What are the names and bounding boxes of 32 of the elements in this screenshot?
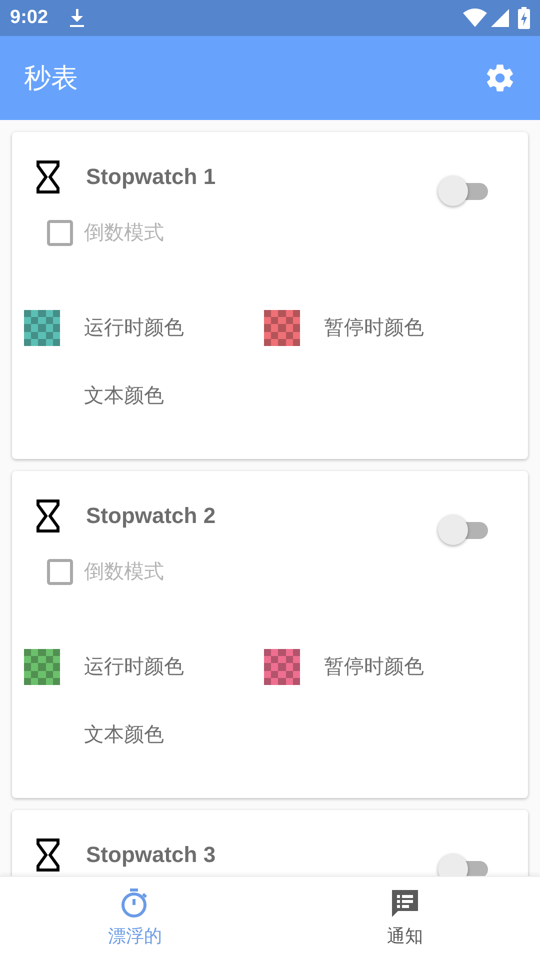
toggle-switch[interactable] — [438, 515, 488, 545]
nav-tab[interactable]: 漂浮的 — [0, 877, 270, 960]
hourglass-icon — [36, 160, 60, 194]
countdown-label: 倒数模式 — [84, 560, 164, 585]
color-swatch[interactable] — [24, 649, 60, 685]
color-option[interactable]: 运行时颜色 — [84, 313, 184, 343]
download-icon — [68, 8, 86, 28]
checkbox[interactable] — [47, 559, 73, 585]
color-swatch[interactable] — [24, 310, 60, 346]
color-swatch[interactable] — [264, 310, 300, 346]
color-option[interactable]: 运行时颜色 — [84, 652, 184, 682]
color-option[interactable]: 文本颜色 — [84, 381, 164, 411]
settings-icon[interactable] — [484, 62, 516, 94]
message-icon — [389, 887, 421, 919]
nav-tab[interactable]: 通知 — [270, 877, 540, 960]
hourglass-icon — [36, 499, 60, 533]
toggle-switch[interactable] — [438, 176, 488, 206]
signal-icon — [490, 8, 510, 28]
checkbox[interactable] — [47, 220, 73, 246]
stopwatch-title: Stopwatch 2 — [86, 502, 216, 530]
color-option[interactable]: 暂停时颜色 — [324, 652, 424, 682]
hourglass-icon — [36, 838, 60, 872]
countdown-label: 倒数模式 — [84, 221, 164, 246]
color-swatch[interactable] — [264, 649, 300, 685]
battery-icon — [518, 7, 530, 29]
wifi-icon — [463, 8, 487, 28]
color-option[interactable]: 暂停时颜色 — [324, 313, 424, 343]
stopwatch-title: Stopwatch 3 — [86, 841, 216, 869]
status-time: 9:02 — [10, 6, 48, 30]
app-title: 秒表 — [24, 62, 78, 95]
stopwatch-title: Stopwatch 1 — [86, 163, 216, 191]
color-option[interactable]: 文本颜色 — [84, 720, 164, 750]
